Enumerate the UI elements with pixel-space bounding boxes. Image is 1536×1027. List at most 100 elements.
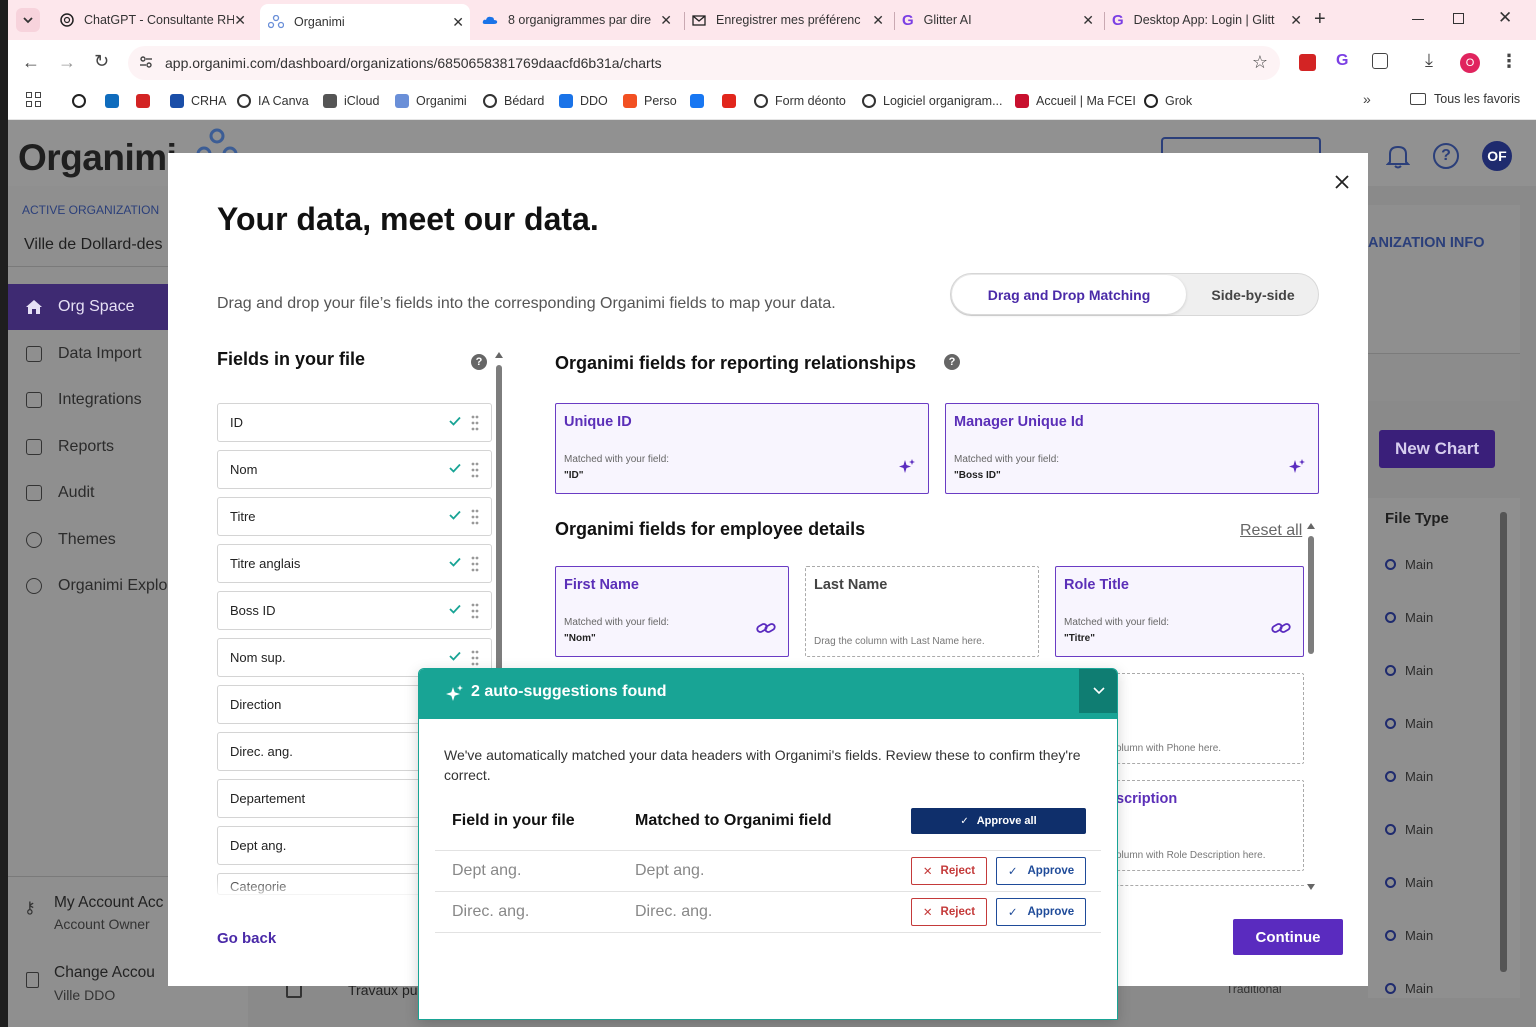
bookmark-item[interactable]: CRHA: [170, 92, 226, 110]
extensions-icon[interactable]: [1372, 53, 1388, 69]
details-scrollbar[interactable]: [1308, 536, 1314, 654]
site-info-icon[interactable]: [138, 54, 154, 70]
header-action-button[interactable]: [1161, 137, 1321, 153]
menu-icon[interactable]: ⋮: [1500, 51, 1518, 72]
bookmark-item[interactable]: DDO: [559, 92, 608, 110]
active-org-name[interactable]: Ville de Dollard-des: [24, 236, 174, 254]
drag-handle-icon[interactable]: [471, 650, 479, 666]
continue-button[interactable]: Continue: [1233, 919, 1343, 955]
close-tab-icon[interactable]: ✕: [1082, 12, 1094, 29]
close-icon[interactable]: [1334, 174, 1350, 190]
sidebar-item[interactable]: Organimi Explo: [8, 563, 168, 609]
file-field-item[interactable]: Nom: [217, 450, 492, 489]
star-icon[interactable]: ☆: [1252, 52, 1268, 73]
tab-search-button[interactable]: [16, 8, 40, 32]
download-icon[interactable]: ⤓: [1425, 50, 1433, 71]
bookmark-item[interactable]: Logiciel organigram...: [862, 92, 1003, 110]
maximize-icon[interactable]: [1453, 13, 1464, 24]
approve-button[interactable]: ✓ Approve: [996, 898, 1086, 926]
close-window-icon[interactable]: ✕: [1498, 8, 1512, 28]
forward-icon[interactable]: →: [58, 52, 76, 73]
bookmark-item[interactable]: iCloud: [323, 92, 379, 110]
bookmark-item[interactable]: Bédard: [483, 92, 544, 110]
profile-avatar[interactable]: O: [1460, 53, 1480, 73]
details-scroll-down-icon[interactable]: [1307, 884, 1315, 890]
manager-id-card[interactable]: Manager Unique Id Matched with your fiel…: [945, 403, 1319, 494]
unique-id-card[interactable]: Unique ID Matched with your field: "ID": [555, 403, 929, 494]
new-chart-button[interactable]: New Chart: [1379, 430, 1495, 468]
glitter-extension-icon[interactable]: G: [1336, 52, 1348, 70]
tab-glitter-desktop[interactable]: G Desktop App: Login | Glitt ✕: [1104, 6, 1308, 34]
role-title-card[interactable]: Role Title Matched with your field: "Tit…: [1055, 566, 1304, 657]
approve-button[interactable]: ✓ Approve: [996, 857, 1086, 885]
new-tab-icon[interactable]: +: [1314, 8, 1326, 31]
file-field-item[interactable]: ID: [217, 403, 492, 442]
bookmark-item[interactable]: IA Canva: [237, 92, 309, 110]
bookmark-item[interactable]: [105, 92, 126, 110]
go-back-link[interactable]: Go back: [217, 930, 276, 947]
sidebar-item[interactable]: Themes: [8, 517, 168, 563]
change-account-item[interactable]: Change Accou Ville DDO: [8, 958, 168, 1014]
drag-handle-icon[interactable]: [471, 603, 479, 619]
bookmark-item[interactable]: [72, 92, 93, 110]
file-field-item[interactable]: Titre: [217, 497, 492, 536]
tab-chatgpt[interactable]: ChatGPT - Consultante RH ✕: [52, 6, 252, 34]
fields-scrollbar[interactable]: [496, 365, 502, 705]
close-tab-icon[interactable]: ✕: [452, 14, 464, 31]
notifications-icon[interactable]: [1386, 143, 1410, 169]
fields-scroll-up-icon[interactable]: [495, 352, 503, 358]
help-icon[interactable]: ?: [1433, 143, 1459, 169]
reload-icon[interactable]: ↻: [94, 51, 109, 72]
close-tab-icon[interactable]: ✕: [234, 12, 246, 29]
bookmark-item[interactable]: Perso: [623, 92, 677, 110]
bookmark-item[interactable]: Grok: [1144, 92, 1192, 110]
apps-grid-icon[interactable]: [26, 92, 41, 107]
sidebar-item[interactable]: Data Import: [8, 331, 168, 377]
suggestions-header[interactable]: 2 auto-suggestions found: [419, 669, 1117, 719]
bookmark-item[interactable]: [136, 92, 157, 110]
tab-drag-drop[interactable]: Drag and Drop Matching: [952, 275, 1186, 314]
tab-organimi[interactable]: Organimi ✕: [260, 4, 470, 40]
app-logo[interactable]: Organimi: [18, 137, 177, 179]
fields-help-icon[interactable]: ?: [471, 354, 487, 370]
reset-all-link[interactable]: Reset all: [1240, 522, 1302, 540]
drag-handle-icon[interactable]: [471, 509, 479, 525]
bookmark-item[interactable]: [722, 92, 743, 110]
account-item[interactable]: ⚷ My Account Acc Account Owner: [8, 886, 168, 942]
pdf-extension-icon[interactable]: [1299, 54, 1316, 71]
reject-button[interactable]: ✕ Reject: [911, 857, 987, 885]
back-icon[interactable]: ←: [22, 52, 40, 73]
bookmark-item[interactable]: [690, 92, 711, 110]
user-avatar[interactable]: OF: [1482, 141, 1512, 171]
drag-handle-icon[interactable]: [471, 415, 479, 431]
close-tab-icon[interactable]: ✕: [1290, 12, 1302, 29]
reject-button[interactable]: ✕ Reject: [911, 898, 987, 926]
bookmark-item[interactable]: Organimi: [395, 92, 467, 110]
url-field[interactable]: app.organimi.com/dashboard/organizations…: [128, 46, 1280, 80]
sidebar-item[interactable]: Integrations: [8, 377, 168, 423]
tab-mail[interactable]: Enregistrer mes préférenc ✕: [684, 6, 890, 34]
tab-side-by-side[interactable]: Side-by-side: [1187, 275, 1319, 314]
bookmark-item[interactable]: Accueil | Ma FCEI: [1015, 92, 1136, 110]
close-tab-icon[interactable]: ✕: [872, 12, 884, 29]
sidebar-item[interactable]: Org Space: [8, 284, 168, 330]
more-bookmarks-icon[interactable]: »: [1363, 91, 1371, 107]
file-field-item[interactable]: Titre anglais: [217, 544, 492, 583]
close-tab-icon[interactable]: ✕: [660, 12, 672, 29]
bookmark-item[interactable]: Form déonto: [754, 92, 846, 110]
minimize-icon[interactable]: [1412, 19, 1424, 20]
approve-all-button[interactable]: ✓ Approve all: [911, 808, 1086, 834]
file-field-item[interactable]: Boss ID: [217, 591, 492, 630]
first-name-card[interactable]: First Name Matched with your field: "Nom…: [555, 566, 789, 657]
table-scrollbar[interactable]: [1500, 512, 1507, 972]
drag-handle-icon[interactable]: [471, 556, 479, 572]
details-scroll-up-icon[interactable]: [1307, 523, 1315, 529]
sidebar-item[interactable]: Reports: [8, 424, 168, 470]
collapse-button[interactable]: [1079, 669, 1117, 713]
tab-onedrive[interactable]: 8 organigrammes par dire ✕: [474, 6, 678, 34]
sidebar-item[interactable]: Audit: [8, 470, 168, 516]
reporting-help-icon[interactable]: ?: [944, 354, 960, 370]
tab-glitter[interactable]: G Glitter AI ✕: [894, 6, 1100, 34]
drag-handle-icon[interactable]: [471, 462, 479, 478]
all-bookmarks[interactable]: Tous les favoris: [1410, 92, 1520, 106]
